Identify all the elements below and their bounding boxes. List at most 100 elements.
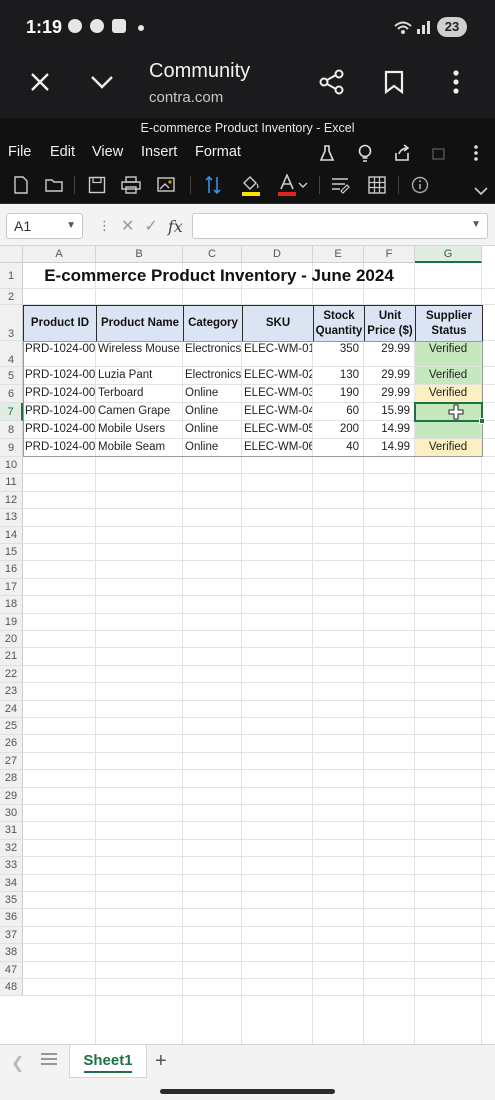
row-header-29[interactable]: 29 <box>0 787 23 805</box>
row-header-37[interactable]: 37 <box>0 926 23 945</box>
menu-edit[interactable]: Edit <box>50 144 75 160</box>
row-header-28[interactable]: 28 <box>0 770 23 788</box>
row-header-30[interactable]: 30 <box>0 805 23 823</box>
row-header-1[interactable]: 1 <box>0 263 23 289</box>
table-cell[interactable]: ELEC-WM-02 <box>242 367 312 384</box>
home-indicator[interactable] <box>160 1089 335 1094</box>
row-header-23[interactable]: 23 <box>0 683 23 701</box>
table-cell[interactable]: ELEC-WM-04 <box>242 403 312 420</box>
name-box[interactable]: A1 ▼ <box>6 213 83 239</box>
table-cell[interactable]: ELEC-WM-05 <box>242 421 312 438</box>
table-cell[interactable]: PRD-1024-001 <box>23 341 95 366</box>
table-cell[interactable]: 60 <box>313 403 363 420</box>
table-cell[interactable]: 40 <box>313 439 363 456</box>
status-cell[interactable]: Verified <box>415 367 481 384</box>
table-cell[interactable]: 29.99 <box>364 367 414 384</box>
open-button[interactable] <box>44 174 66 196</box>
table-cell[interactable]: Online <box>183 421 241 438</box>
formula-input[interactable]: ▼ <box>192 213 488 239</box>
row-header-25[interactable]: 25 <box>0 718 23 736</box>
clear-format-button[interactable] <box>317 143 337 163</box>
format-painter-button[interactable] <box>156 174 178 196</box>
save-button[interactable] <box>86 174 108 196</box>
select-all-corner[interactable] <box>0 246 23 263</box>
row-header-12[interactable]: 12 <box>0 491 23 510</box>
table-cell[interactable]: ELEC-WM-01 <box>242 341 312 366</box>
row-header-13[interactable]: 13 <box>0 509 23 527</box>
row-header-17[interactable]: 17 <box>0 578 23 597</box>
insert-function-button[interactable]: fx <box>168 217 183 236</box>
table-cell[interactable]: Mobile Seam <box>96 439 182 456</box>
menu-insert[interactable]: Insert <box>141 144 177 160</box>
menu-format[interactable]: Format <box>195 144 241 160</box>
table-cell[interactable]: 29.99 <box>364 341 414 366</box>
table-cell[interactable]: 350 <box>313 341 363 366</box>
fill-color-button[interactable] <box>240 174 262 196</box>
tab-sheet1[interactable]: Sheet1 <box>69 1045 147 1078</box>
row-header-32[interactable]: 32 <box>0 839 23 858</box>
table-cell[interactable]: 14.99 <box>364 439 414 456</box>
table-cell[interactable]: Camen Grape <box>96 403 182 420</box>
row-header-15[interactable]: 15 <box>0 544 23 562</box>
column-header-d[interactable]: D <box>242 246 313 263</box>
table-cell[interactable]: Electronics <box>183 341 241 366</box>
row-header-3[interactable]: 3 <box>0 305 23 341</box>
minimize-button[interactable] <box>84 64 120 100</box>
table-cell[interactable]: 200 <box>313 421 363 438</box>
column-header-e[interactable]: E <box>313 246 364 263</box>
table-cell[interactable]: ELEC-WM-03 <box>242 385 312 402</box>
new-file-button[interactable] <box>10 174 32 196</box>
status-cell[interactable]: Verified <box>415 385 481 402</box>
table-cell[interactable]: 29.99 <box>364 385 414 402</box>
info-button[interactable] <box>409 174 431 196</box>
column-header-f[interactable]: F <box>364 246 415 263</box>
table-cell[interactable]: PRD-1024-003 <box>23 385 95 402</box>
row-header-27[interactable]: 27 <box>0 752 23 771</box>
wrap-text-button[interactable] <box>330 174 352 196</box>
spreadsheet-grid[interactable]: A B C D E F G 1 2 3 4 5 6 7 8 9 10 11 12 13 14 15 16 17 18 19 20 21… <box>0 246 495 1044</box>
status-cell[interactable]: Verified <box>415 341 481 366</box>
font-color-dropdown[interactable] <box>296 174 310 196</box>
row-header-10[interactable]: 10 <box>0 457 23 475</box>
table-cell[interactable]: 190 <box>313 385 363 402</box>
table-cell[interactable]: Wireless Mouse <box>96 341 182 366</box>
table-cell[interactable]: PRD-1024-005 <box>23 421 95 438</box>
more-options-button[interactable] <box>438 64 474 100</box>
row-header-31[interactable]: 31 <box>0 822 23 840</box>
fill-handle[interactable] <box>479 418 485 424</box>
bookmark-button[interactable] <box>376 64 412 100</box>
row-header-48[interactable]: 48 <box>0 979 23 997</box>
borders-button[interactable] <box>366 174 388 196</box>
row-header-33[interactable]: 33 <box>0 857 23 875</box>
row-header-22[interactable]: 22 <box>0 665 23 684</box>
table-cell[interactable]: Mobile Users <box>96 421 182 438</box>
close-button[interactable] <box>22 64 58 100</box>
table-cell[interactable]: Online <box>183 385 241 402</box>
share-file-button[interactable] <box>392 143 412 163</box>
menu-file[interactable]: File <box>8 144 31 160</box>
column-header-a[interactable]: A <box>23 246 96 263</box>
ideas-button[interactable] <box>355 143 375 163</box>
row-header-4[interactable]: 4 <box>0 341 23 367</box>
sheet-list-button[interactable] <box>40 1052 58 1071</box>
row-header-19[interactable]: 19 <box>0 613 23 631</box>
table-cell[interactable]: Luzia Pant <box>96 367 182 384</box>
row-header-47[interactable]: 47 <box>0 961 23 979</box>
table-cell[interactable]: 15.99 <box>364 403 414 420</box>
confirm-formula-button[interactable]: ✓ <box>144 216 157 236</box>
column-header-c[interactable]: C <box>183 246 242 263</box>
row-header-26[interactable]: 26 <box>0 735 23 753</box>
cancel-formula-button[interactable]: ✕ <box>121 216 134 236</box>
table-cell[interactable]: PRD-1024-004 <box>23 403 95 420</box>
column-header-g[interactable]: G <box>415 246 482 263</box>
row-header-24[interactable]: 24 <box>0 700 23 718</box>
share-button[interactable] <box>314 64 350 100</box>
table-cell[interactable]: ELEC-WM-06 <box>242 439 312 456</box>
table-cell[interactable]: 130 <box>313 367 363 384</box>
font-color-button[interactable] <box>276 174 298 196</box>
row-header-8[interactable]: 8 <box>0 421 23 439</box>
chevron-left-icon[interactable]: ❮ <box>11 1053 24 1073</box>
table-cell[interactable]: Online <box>183 403 241 420</box>
print-button[interactable] <box>120 174 142 196</box>
row-header-7[interactable]: 7 <box>0 403 23 421</box>
